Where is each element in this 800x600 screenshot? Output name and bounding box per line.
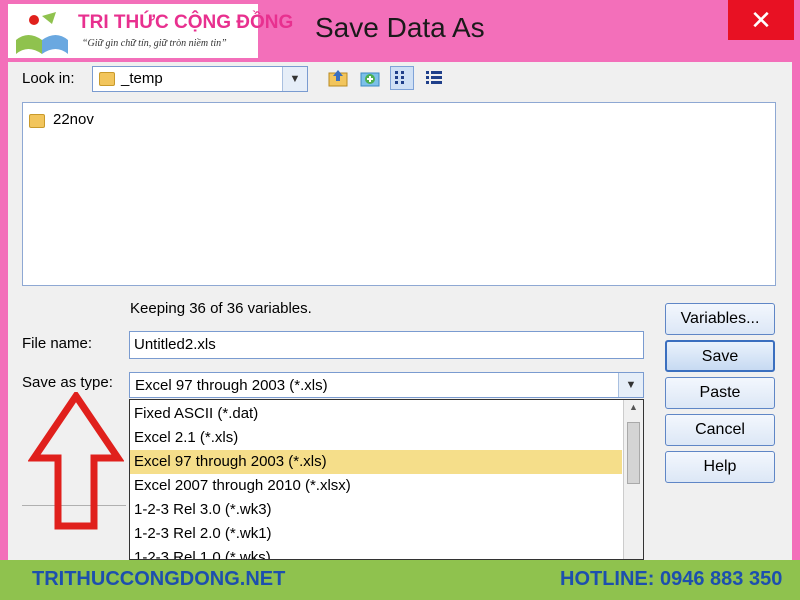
dropdown-scrollbar[interactable]: ▲ (623, 400, 643, 559)
scroll-thumb[interactable] (627, 422, 640, 484)
dropdown-option[interactable]: Excel 2.1 (*.xls) (130, 426, 622, 450)
save-as-type-label: Save as type: (22, 374, 113, 391)
up-arrow-icon (28, 392, 124, 530)
dropdown-option[interactable]: Excel 2007 through 2010 (*.xlsx) (130, 474, 622, 498)
footer-website: TRITHUCCONGDONG.NET (32, 568, 286, 590)
title-bar: TRI THỨC CỘNG ĐỒNG “Giữ gìn chữ tín, giữ… (0, 0, 800, 62)
file-name-input[interactable]: Untitled2.xls (129, 331, 644, 359)
dropdown-option-selected[interactable]: Excel 97 through 2003 (*.xls) (130, 450, 622, 474)
save-button[interactable]: Save (665, 340, 775, 372)
dropdown-option[interactable]: Fixed ASCII (*.dat) (130, 402, 622, 426)
list-view-icon[interactable] (390, 66, 414, 90)
brand-slogan: “Giữ gìn chữ tín, giữ tròn niềm tin” (82, 38, 227, 49)
chevron-down-icon[interactable]: ▼ (282, 67, 307, 91)
cancel-button[interactable]: Cancel (665, 414, 775, 446)
file-item-label: 22nov (53, 111, 94, 128)
folder-icon (99, 72, 115, 86)
dropdown-option[interactable]: 1-2-3 Rel 2.0 (*.wk1) (130, 522, 622, 546)
up-folder-icon[interactable] (326, 66, 350, 90)
chevron-down-icon[interactable]: ▼ (618, 373, 643, 397)
new-folder-icon[interactable] (358, 66, 382, 90)
file-list[interactable]: 22nov (22, 102, 776, 286)
look-in-combo[interactable]: _temp ▼ (92, 66, 308, 92)
logo-books-icon (16, 12, 68, 54)
scroll-up-icon[interactable]: ▲ (626, 402, 641, 418)
look-in-label: Look in: (22, 70, 75, 87)
save-as-type-value: Excel 97 through 2003 (*.xls) (135, 377, 328, 394)
brand-name: TRI THỨC CỘNG ĐỒNG (78, 12, 294, 33)
save-as-type-combo[interactable]: Excel 97 through 2003 (*.xls) ▼ (129, 372, 644, 398)
close-button[interactable]: ✕ (728, 0, 794, 40)
close-icon: ✕ (750, 5, 772, 35)
details-view-icon[interactable] (422, 66, 446, 90)
dropdown-option[interactable]: 1-2-3 Rel 1.0 (*.wks) (130, 546, 622, 559)
info-text: Keeping 36 of 36 variables. (130, 300, 312, 317)
dropdown-option[interactable]: 1-2-3 Rel 3.0 (*.wk3) (130, 498, 622, 522)
footer-hotline: HOTLINE: 0946 883 350 (560, 568, 783, 590)
save-as-type-dropdown[interactable]: Fixed ASCII (*.dat) Excel 2.1 (*.xls) Ex… (129, 399, 644, 560)
help-button[interactable]: Help (665, 451, 775, 483)
variables-button[interactable]: Variables... (665, 303, 775, 335)
brand-logo: TRI THỨC CỘNG ĐỒNG “Giữ gìn chữ tín, giữ… (8, 4, 293, 58)
look-in-value: _temp (121, 70, 163, 87)
folder-icon (29, 114, 45, 128)
dialog-title: Save Data As (315, 12, 485, 43)
paste-button[interactable]: Paste (665, 377, 775, 409)
file-name-label: File name: (22, 335, 93, 352)
